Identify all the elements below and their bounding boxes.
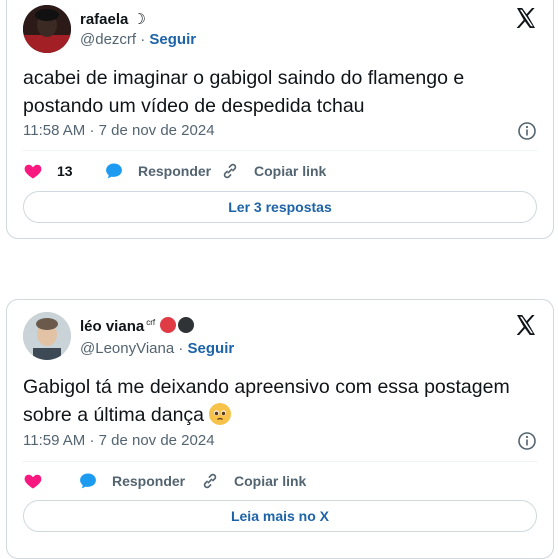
like-count: 13	[57, 163, 73, 179]
tweet-card: rafaela ☽ @dezcrf · Seguir acabei de ima…	[6, 0, 554, 239]
reply-bubble-icon	[80, 473, 96, 489]
separator: ·	[89, 122, 95, 139]
copy-link-button[interactable]: Copiar link	[200, 471, 306, 491]
avatar[interactable]	[23, 5, 71, 53]
x-logo-icon[interactable]	[514, 313, 538, 337]
like-button[interactable]	[23, 471, 57, 491]
x-logo-icon[interactable]	[514, 6, 538, 30]
separator: ·	[140, 31, 146, 48]
avatar[interactable]	[23, 312, 71, 360]
tweet-text-fragment: sobre a última dança	[23, 404, 205, 426]
author-name[interactable]: léo viana crf	[80, 317, 195, 335]
tweet-text-line: sobre a última dança	[23, 401, 523, 429]
copy-link-button[interactable]: Copiar link	[220, 161, 326, 181]
info-icon[interactable]	[517, 431, 537, 451]
tweet-card: léo viana crf @LeonyViana · Seguir Gabigo…	[6, 299, 554, 559]
reply-label: Responder	[138, 163, 212, 179]
heart-icon	[24, 164, 42, 179]
heart-icon	[24, 474, 42, 489]
pleading-face-emoji	[209, 403, 232, 425]
black-circle-emoji	[178, 317, 195, 333]
follow-button[interactable]: Seguir	[188, 340, 235, 357]
author-name[interactable]: rafaela ☽	[80, 10, 146, 28]
moon-symbol: ☽	[132, 11, 146, 28]
tweet-text-line: postando um vídeo de despedida tchau	[23, 95, 365, 117]
divider	[23, 150, 537, 151]
copy-link-label: Copiar link	[254, 163, 327, 179]
reply-bubble-icon	[106, 163, 122, 179]
link-icon	[223, 163, 237, 179]
tweet-text: acabei de imaginar o gabigol saindo do f…	[23, 64, 523, 120]
tweet-time[interactable]: 11:59 AM	[23, 432, 85, 449]
red-circle-emoji	[160, 317, 177, 333]
separator: ·	[89, 432, 95, 449]
separator: ·	[178, 340, 184, 357]
timestamp[interactable]: 11:58 AM · 7 de nov de 2024	[23, 122, 215, 139]
like-button[interactable]: 13	[23, 161, 73, 181]
reply-label: Responder	[112, 473, 186, 489]
tweet-text-line: Gabigol tá me deixando apreensivo com es…	[23, 376, 510, 398]
author-handle[interactable]: @LeonyViana	[80, 340, 174, 357]
handle-line: @dezcrf · Seguir	[80, 31, 196, 48]
author-name-text[interactable]: rafaela	[80, 11, 128, 28]
divider	[23, 461, 537, 462]
timestamp[interactable]: 11:59 AM · 7 de nov de 2024	[23, 432, 215, 449]
link-icon	[203, 473, 217, 489]
author-handle[interactable]: @dezcrf	[80, 31, 136, 48]
copy-link-label: Copiar link	[234, 473, 307, 489]
reply-button[interactable]: Responder	[78, 471, 185, 491]
tweet-date[interactable]: 7 de nov de 2024	[99, 122, 215, 139]
tweet-text-line: acabei de imaginar o gabigol saindo do f…	[23, 67, 465, 89]
author-name-text[interactable]: léo viana	[80, 318, 144, 335]
tweet-date[interactable]: 7 de nov de 2024	[99, 432, 215, 449]
info-icon[interactable]	[517, 121, 537, 141]
read-replies-button[interactable]: Ler 3 respostas	[23, 191, 537, 223]
handle-line: @LeonyViana · Seguir	[80, 340, 234, 357]
read-more-on-x-button[interactable]: Leia mais no X	[23, 500, 537, 532]
reply-button[interactable]: Responder	[104, 161, 211, 181]
tweet-time[interactable]: 11:58 AM	[23, 122, 85, 139]
follow-button[interactable]: Seguir	[149, 31, 196, 48]
tweet-text: Gabigol tá me deixando apreensivo com es…	[23, 373, 523, 429]
author-name-suffix: crf	[146, 318, 156, 327]
